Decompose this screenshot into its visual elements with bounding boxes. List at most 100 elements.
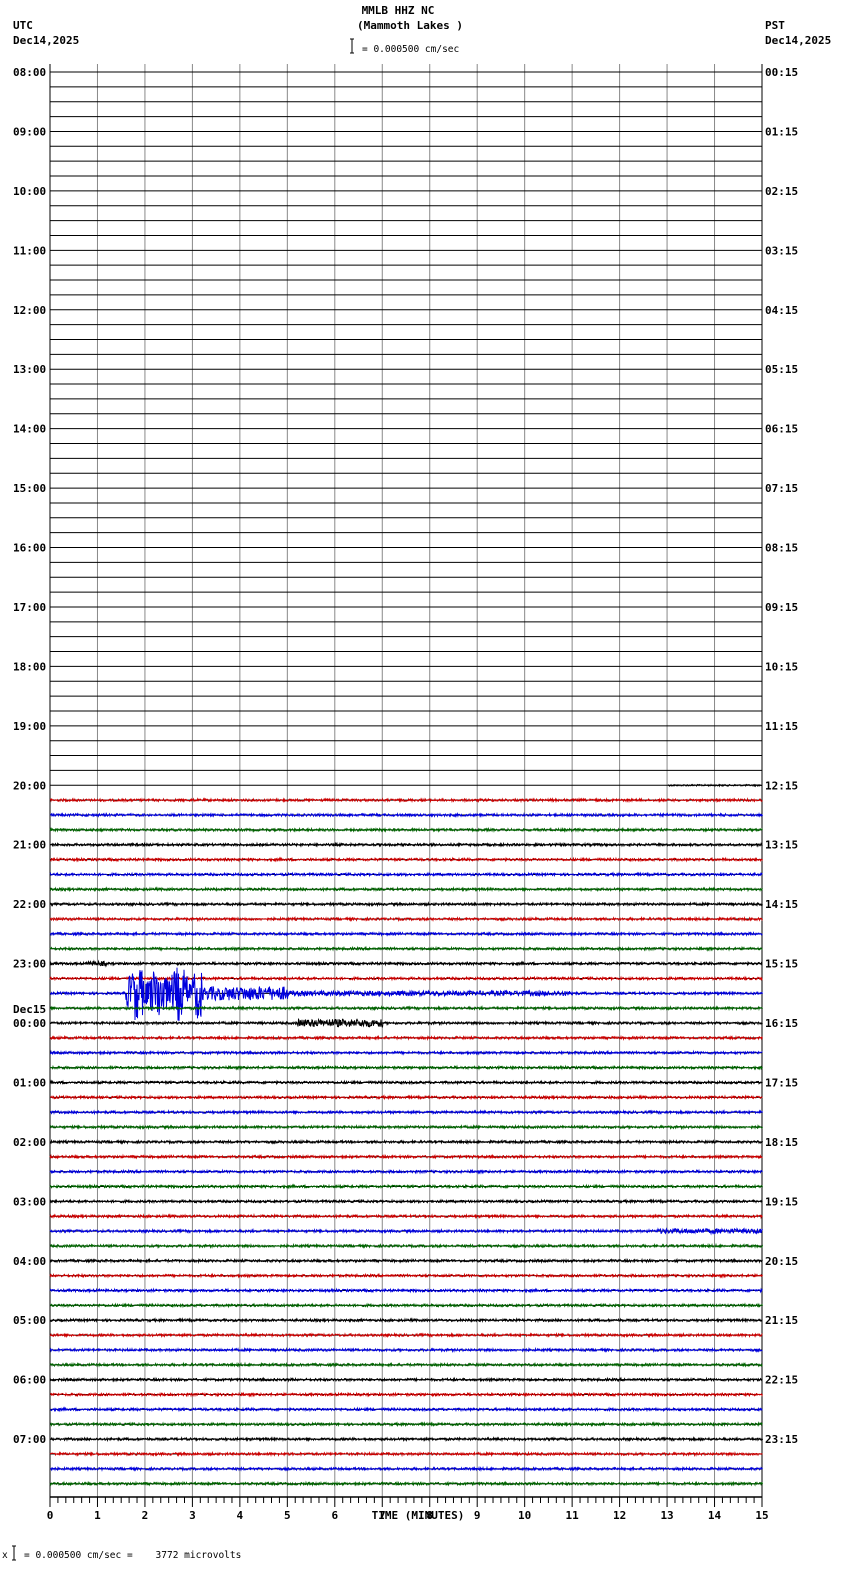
left-timezone: UTC: [13, 19, 33, 32]
seismic-trace: [49, 1435, 763, 1443]
seismic-trace: [49, 1450, 763, 1458]
seismic-trace: [49, 1227, 763, 1236]
right-hour-label: 00:15: [765, 66, 798, 79]
left-hour-label: 10:00: [13, 185, 46, 198]
seismic-trace: [49, 1406, 763, 1413]
station-title: MMLB HHZ NC: [362, 4, 435, 17]
x-tick-label: 13: [660, 1509, 673, 1522]
seismic-trace: [49, 871, 763, 878]
right-hour-label: 05:15: [765, 363, 798, 376]
seismic-trace: [49, 1017, 763, 1028]
seismic-trace: [49, 1331, 763, 1339]
right-hour-label: 04:15: [765, 304, 798, 317]
right-hour-label: 10:15: [765, 660, 798, 673]
right-hour-label: 13:15: [765, 839, 798, 852]
x-tick-label: 2: [142, 1509, 149, 1522]
right-hour-label: 22:15: [765, 1374, 798, 1387]
left-hour-label: 16:00: [13, 542, 46, 555]
left-hour-label: 04:00: [13, 1255, 46, 1268]
left-hour-label: 21:00: [13, 839, 46, 852]
x-tick-label: 15: [755, 1509, 768, 1522]
left-hour-label: 03:00: [13, 1195, 46, 1208]
right-hour-label: 16:15: [765, 1017, 798, 1030]
x-tick-label: 4: [237, 1509, 244, 1522]
right-hour-label: 02:15: [765, 185, 798, 198]
left-date: Dec14,2025: [13, 34, 79, 47]
left-hour-label: 08:00: [13, 66, 46, 79]
x-tick-label: 11: [566, 1509, 580, 1522]
next-day-label: Dec15: [13, 1003, 46, 1016]
seismic-trace: [49, 1465, 763, 1472]
seismic-trace: [49, 1138, 763, 1146]
seismic-trace: [49, 945, 763, 952]
left-hour-label: 23:00: [13, 958, 46, 971]
seismic-trace: [50, 1109, 763, 1116]
x-tick-label: 14: [708, 1509, 722, 1522]
right-hour-label: 19:15: [765, 1195, 798, 1208]
left-hour-label: 02:00: [13, 1136, 46, 1149]
right-hour-label: 11:15: [765, 720, 798, 733]
helicorder-plot: MMLB HHZ NC (Mammoth Lakes ) UTC Dec14,2…: [2, 4, 831, 1561]
footer-scale-note: = 0.000500 cm/sec = 3772 microvolts: [24, 1550, 241, 1561]
seismic-trace: [49, 1361, 763, 1368]
right-hour-label: 14:15: [765, 898, 798, 911]
x-tick-label: 9: [474, 1509, 481, 1522]
left-hour-label: 15:00: [13, 482, 46, 495]
left-hour-label: 12:00: [13, 304, 46, 317]
seismic-trace: [49, 1213, 763, 1220]
right-hour-label: 03:15: [765, 244, 798, 257]
seismic-trace: [49, 1079, 763, 1086]
right-hour-label: 06:15: [765, 423, 798, 436]
seismic-trace: [49, 1376, 763, 1383]
right-hour-label: 21:15: [765, 1314, 798, 1327]
scale-label: = 0.000500 cm/sec: [362, 44, 459, 55]
left-hour-label: 22:00: [13, 898, 46, 911]
seismic-trace: [49, 1302, 763, 1309]
footer-scale-bar-icon: [12, 1545, 16, 1561]
seismic-trace: [49, 826, 763, 833]
seismic-trace: [49, 1346, 763, 1354]
left-hour-label: 09:00: [13, 125, 46, 138]
x-tick-label: 3: [189, 1509, 196, 1522]
x-axis-label: TIME (MINUTES): [372, 1509, 465, 1522]
right-hour-label: 12:15: [765, 779, 798, 792]
right-hour-label: 23:15: [765, 1433, 798, 1446]
x-tick-label: 0: [47, 1509, 54, 1522]
x-tick-label: 5: [284, 1509, 291, 1522]
left-hour-label: 19:00: [13, 720, 46, 733]
grid: [49, 64, 763, 1498]
seismic-trace: [49, 1480, 763, 1487]
left-hour-label: 17:00: [13, 601, 46, 614]
seismic-trace: [49, 930, 763, 938]
seismic-trace: [49, 1094, 763, 1101]
seismic-trace: [49, 1391, 763, 1398]
seismic-trace: [49, 797, 763, 804]
footer-marker: x: [2, 1550, 8, 1561]
x-tick-label: 10: [518, 1509, 531, 1522]
x-tick-label: 12: [613, 1509, 626, 1522]
right-hour-label: 07:15: [765, 482, 798, 495]
left-hour-label: 13:00: [13, 363, 46, 376]
seismic-trace: [49, 1168, 763, 1175]
right-hour-label: 01:15: [765, 125, 798, 138]
station-location: (Mammoth Lakes ): [357, 19, 463, 32]
left-hour-label: 00:00: [13, 1017, 46, 1030]
right-hour-label: 20:15: [765, 1255, 798, 1268]
left-hour-label: 05:00: [13, 1314, 46, 1327]
left-hour-label: 18:00: [13, 660, 46, 673]
left-hour-label: 20:00: [13, 779, 46, 792]
right-timezone: PST: [765, 19, 785, 32]
right-hour-label: 08:15: [765, 542, 798, 555]
x-tick-label: 6: [331, 1509, 338, 1522]
x-tick-label: 1: [94, 1509, 101, 1522]
left-hour-label: 14:00: [13, 423, 46, 436]
right-hour-label: 09:15: [765, 601, 798, 614]
seismic-trace: [49, 886, 763, 893]
left-hour-label: 07:00: [13, 1433, 46, 1446]
traces: [49, 783, 763, 1487]
seismic-trace: [49, 959, 763, 968]
right-hour-label: 17:15: [765, 1076, 798, 1089]
left-hour-label: 06:00: [13, 1374, 46, 1387]
seismic-trace: [49, 901, 763, 908]
right-hour-label: 15:15: [765, 958, 798, 971]
